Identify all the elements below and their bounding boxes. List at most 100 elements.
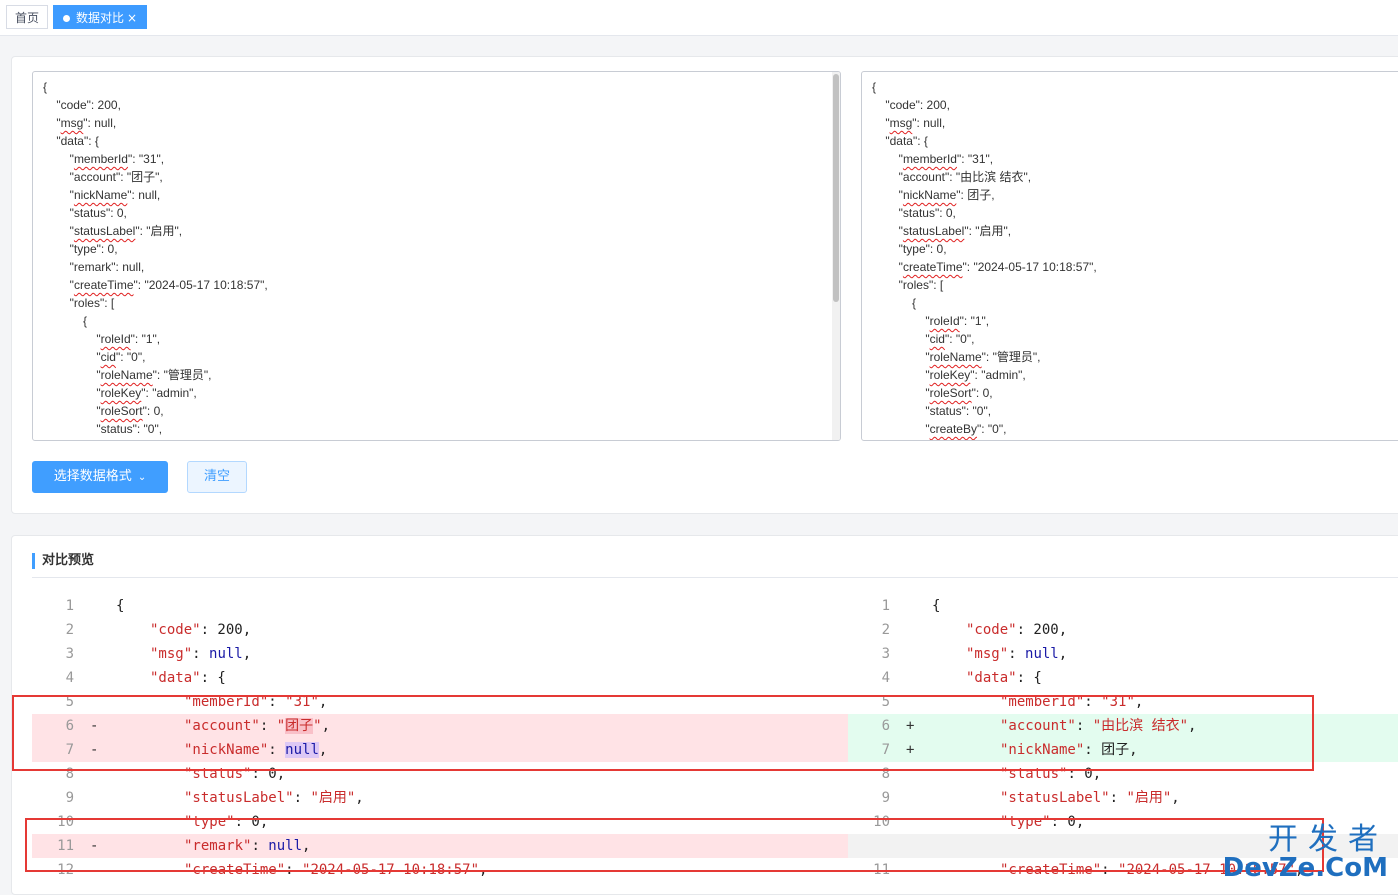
diff-row: 12 "createTime": "2024-05-17 10:18:57", xyxy=(32,858,848,882)
left-scrollbar-thumb[interactable] xyxy=(833,74,839,302)
right-json-content: { "code": 200, "msg": null, "data": { "m… xyxy=(872,78,1398,438)
diff-code: { xyxy=(116,598,125,614)
json-line: { xyxy=(43,314,88,328)
section-title: 对比预览 xyxy=(32,552,94,570)
diff-code: "remark": null, xyxy=(184,838,311,854)
json-line: "nickName": null, xyxy=(43,188,161,202)
close-icon[interactable]: × xyxy=(127,6,137,30)
line-number: 1 xyxy=(65,598,74,614)
diff-code: "code": 200, xyxy=(966,622,1068,638)
diff-code: "type": 0, xyxy=(1000,814,1085,830)
diff-code: "status": 0, xyxy=(184,766,286,782)
diff-left-pane: 1{2 "code": 200, 3 "msg": null, 4 "data": {5 "… xyxy=(32,594,848,882)
select-format-label: 选择数据格式 xyxy=(53,469,132,484)
json-line: "msg": null, xyxy=(872,116,946,130)
json-line: "nickName": 团子, xyxy=(872,188,995,202)
line-number: 4 xyxy=(881,670,890,686)
json-line: { xyxy=(872,296,917,310)
tag-view-bar: 首页 数据对比 × xyxy=(0,0,1398,36)
json-line: "statusLabel": "启用", xyxy=(43,224,183,238)
tab-home[interactable]: 首页 xyxy=(6,5,48,29)
input-card: { "code": 200, "msg": null, "data": { "m… xyxy=(11,56,1398,514)
chevron-down-icon: ⌄ xyxy=(137,472,147,483)
diff-code: "statusLabel": "启用", xyxy=(184,790,364,806)
diff-code: "account": "由比滨 结衣", xyxy=(1000,718,1197,734)
section-title-text: 对比预览 xyxy=(42,553,95,568)
divider xyxy=(32,577,1398,578)
diff-code: "status": 0, xyxy=(1000,766,1102,782)
clear-button[interactable]: 清空 xyxy=(187,461,247,493)
diff-code: "nickName": null, xyxy=(184,742,328,758)
diff-row: 4 "data": { xyxy=(32,666,848,690)
line-number: 7 xyxy=(881,742,890,758)
json-line: "createBy": "0", xyxy=(872,422,1007,436)
diff-row: 6- "account": "团子", xyxy=(32,714,848,738)
line-number: 1 xyxy=(881,598,890,614)
section-title-bar xyxy=(32,553,35,569)
line-number: 3 xyxy=(65,646,74,662)
diff-code: "account": "团子", xyxy=(184,718,331,734)
diff-code: "memberId": "31", xyxy=(184,694,328,710)
json-line: "code": 200, xyxy=(43,98,121,112)
json-line: { xyxy=(43,80,48,94)
line-number: 12 xyxy=(57,862,74,878)
tab-data-compare-label: 数据对比 xyxy=(76,11,125,25)
diff-code: "memberId": "31", xyxy=(1000,694,1144,710)
clear-label: 清空 xyxy=(203,469,230,484)
line-number: 6 xyxy=(65,718,74,734)
json-line: "cid": "0", xyxy=(872,332,975,346)
left-scrollbar[interactable] xyxy=(832,72,840,440)
json-line: "roleSort": 0, xyxy=(872,386,993,400)
line-number: 3 xyxy=(881,646,890,662)
json-line: "roleName": "管理员", xyxy=(43,368,212,382)
diff-code: "data": { xyxy=(966,670,1042,686)
line-number: 2 xyxy=(881,622,890,638)
tab-data-compare[interactable]: 数据对比 × xyxy=(53,5,147,29)
line-number: 4 xyxy=(65,670,74,686)
diff-sign: - xyxy=(90,742,99,758)
json-line: "statusLabel": "启用", xyxy=(872,224,1012,238)
json-line: "createTime": "2024-05-17 10:18:57", xyxy=(43,278,268,292)
tab-home-label: 首页 xyxy=(14,11,39,25)
json-line: "roleName": "管理员", xyxy=(872,350,1041,364)
line-number: 6 xyxy=(881,718,890,734)
diff-row: 11- "remark": null, xyxy=(32,834,848,858)
diff-sign: - xyxy=(90,718,99,734)
left-json-content: { "code": 200, "msg": null, "data": { "m… xyxy=(43,78,830,438)
diff-row: 9 "statusLabel": "启用", xyxy=(848,786,1398,810)
diff-code: "nickName": 团子, xyxy=(1000,742,1138,758)
diff-row: 2 "code": 200, xyxy=(32,618,848,642)
diff-row: 3 "msg": null, xyxy=(32,642,848,666)
active-dot-icon xyxy=(63,15,70,22)
diff-row: 1{ xyxy=(32,594,848,618)
line-number: 10 xyxy=(57,814,74,830)
json-line: "createTime": "2024-05-17 10:18:57", xyxy=(872,260,1097,274)
diff-code: "createTime": "2024-05-17 10:18:57", xyxy=(184,862,488,878)
json-line: "roles": [ xyxy=(872,278,944,292)
line-number: 5 xyxy=(65,694,74,710)
diff-code: "type": 0, xyxy=(184,814,269,830)
left-json-textarea[interactable]: { "code": 200, "msg": null, "data": { "m… xyxy=(32,71,841,441)
json-line: "roleKey": "admin", xyxy=(872,368,1026,382)
json-line: "memberId": "31", xyxy=(872,152,994,166)
json-line: "data": { xyxy=(43,134,99,148)
json-line: "roleId": "1", xyxy=(872,314,990,328)
diff-code: "data": { xyxy=(150,670,226,686)
diff-code: { xyxy=(932,598,941,614)
diff-row: 8 "status": 0, xyxy=(32,762,848,786)
line-number: 5 xyxy=(881,694,890,710)
watermark-logo: 开发者 DevZe.CoM xyxy=(1223,825,1388,882)
json-line: "roles": [ xyxy=(43,296,115,310)
right-json-textarea[interactable]: { "code": 200, "msg": null, "data": { "m… xyxy=(861,71,1398,441)
select-format-button[interactable]: 选择数据格式 ⌄ xyxy=(32,461,168,493)
diff-row: 10 "type": 0, xyxy=(32,810,848,834)
line-number: 11 xyxy=(57,838,74,854)
diff-code: "statusLabel": "启用", xyxy=(1000,790,1180,806)
diff-row: 9 "statusLabel": "启用", xyxy=(32,786,848,810)
line-number: 8 xyxy=(65,766,74,782)
json-line: "roleKey": "admin", xyxy=(43,386,197,400)
json-line: "cid": "0", xyxy=(43,350,146,364)
json-line: "data": { xyxy=(872,134,928,148)
json-line: "status": 0, xyxy=(43,206,127,220)
diff-code: "code": 200, xyxy=(150,622,252,638)
